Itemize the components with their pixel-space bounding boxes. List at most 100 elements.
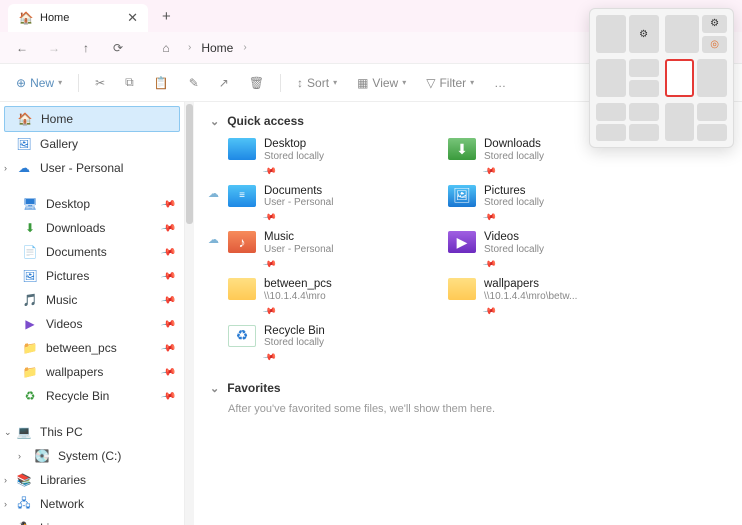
sidebar-item-gallery[interactable]: 🖼 Gallery (0, 132, 184, 156)
copy-button[interactable]: ⧉ (117, 71, 142, 94)
sidebar-item-videos[interactable]: ▶Videos📌 (0, 312, 184, 336)
snap-zone[interactable] (697, 59, 727, 97)
snap-zone[interactable] (697, 124, 727, 142)
sidebar-item-user-personal[interactable]: › ☁ User - Personal (0, 156, 184, 180)
sidebar-scrollbar[interactable] (185, 102, 194, 525)
pin-icon: 📌 (160, 364, 177, 380)
snap-layout-left-stacked[interactable] (596, 59, 659, 97)
quick-access-recycle-bin[interactable]: ♻ Recycle BinStored locally📌 (228, 323, 428, 366)
snap-layout-two-column[interactable]: ⚙ (596, 15, 659, 53)
browser-tab[interactable]: 🏠 Home ✕ (8, 4, 148, 32)
sidebar-item-recycle-bin[interactable]: ♻Recycle Bin📌 (0, 384, 184, 408)
sidebar-item-pictures[interactable]: 🖼Pictures📌 (0, 264, 184, 288)
more-button[interactable]: … (486, 72, 514, 94)
new-button[interactable]: ⊕ New ▾ (8, 72, 70, 94)
copy-icon: ⧉ (125, 75, 134, 90)
sidebar-item-home[interactable]: 🏠 Home (4, 106, 180, 132)
quick-access-pictures[interactable]: 🖼 PicturesStored locally📌 (448, 183, 648, 226)
sidebar-item-wallpapers[interactable]: 📁wallpapers📌 (0, 360, 184, 384)
linux-icon: 🐧 (16, 520, 32, 525)
cut-button[interactable]: ✂ (87, 72, 113, 94)
quick-access-music[interactable]: ☁ ♪ MusicUser - Personal📌 (228, 229, 428, 272)
snap-layouts-overlay: ⚙ ⚙ ◎ (589, 8, 734, 148)
sidebar-item-linux[interactable]: ›🐧Linux (0, 516, 184, 525)
snap-zone[interactable] (596, 124, 626, 142)
snap-zone[interactable] (697, 103, 727, 121)
sidebar-item-this-pc[interactable]: ⌄💻This PC (0, 420, 184, 444)
main-content: ⌄ Quick access DesktopStored locally📌 ⬇ … (194, 102, 742, 525)
quick-access-desktop[interactable]: DesktopStored locally📌 (228, 136, 428, 179)
sidebar-item-between-pcs[interactable]: 📁between_pcs📌 (0, 336, 184, 360)
quick-access-videos[interactable]: ▶ VideosStored locally📌 (448, 229, 648, 272)
pin-icon: 📌 (482, 210, 497, 225)
delete-button[interactable]: 🗑 (241, 72, 272, 94)
sidebar-item-system-c[interactable]: ›💽System (C:) (0, 444, 184, 468)
close-tab-icon[interactable]: ✕ (127, 10, 138, 26)
snap-layout-three[interactable] (665, 103, 728, 141)
pin-icon: 📌 (262, 163, 277, 178)
rename-button[interactable]: ✎ (181, 72, 207, 94)
sidebar-item-desktop[interactable]: 🖥Desktop📌 (0, 192, 184, 216)
quick-access-documents[interactable]: ☁ ≡ DocumentsUser - Personal📌 (228, 183, 428, 226)
filter-button[interactable]: ▽ Filter ▾ (418, 72, 482, 94)
pin-icon: 📌 (160, 196, 177, 212)
snap-zone[interactable] (629, 80, 659, 98)
snap-zone[interactable] (629, 59, 659, 77)
pin-icon: 📌 (482, 257, 497, 272)
chevron-down-icon[interactable]: ⌄ (210, 115, 219, 128)
pin-icon: 📌 (262, 210, 277, 225)
quick-access-between-pcs[interactable]: between_pcs\\10.1.4.4\mro📌 (228, 276, 428, 319)
chevron-down-icon[interactable]: ⌄ (4, 427, 12, 438)
view-button[interactable]: ▦ View ▾ (349, 72, 414, 94)
sort-button[interactable]: ↕ Sort ▾ (289, 72, 345, 94)
quick-access-wallpapers[interactable]: wallpapers\\10.1.4.4\mro\betw...📌 (448, 276, 648, 319)
desktop-icon: 🖥 (22, 196, 38, 212)
new-tab-button[interactable]: + (156, 6, 177, 27)
snap-layout-quad[interactable] (596, 103, 659, 141)
network-icon: 🖧 (16, 496, 32, 512)
paste-button[interactable]: 📋 (146, 72, 177, 94)
snap-zone[interactable] (596, 15, 626, 53)
snap-zone-highlighted[interactable] (665, 59, 695, 97)
share-button[interactable]: ↗ (211, 72, 237, 94)
recycle-icon: ♻ (22, 388, 38, 404)
home-crumb-icon[interactable]: ⌂ (152, 36, 180, 60)
back-button[interactable]: ← (8, 36, 36, 60)
snap-zone[interactable] (629, 103, 659, 121)
scrollbar-thumb[interactable] (186, 104, 193, 224)
cut-icon: ✂ (95, 76, 105, 90)
libraries-icon: 📚 (16, 472, 32, 488)
folder-icon: 📁 (22, 364, 38, 380)
up-button[interactable]: ↑ (72, 36, 100, 60)
snap-layout-wide-narrow[interactable]: ⚙ ◎ (665, 15, 728, 53)
chevron-right-icon[interactable]: › (18, 451, 21, 461)
snap-zone[interactable] (665, 15, 700, 53)
snap-layout-right-highlight[interactable] (665, 59, 728, 97)
snap-zone[interactable] (629, 124, 659, 142)
sidebar-item-downloads[interactable]: ⬇Downloads📌 (0, 216, 184, 240)
chevron-right-icon[interactable]: › (4, 163, 7, 173)
chevron-right-icon[interactable]: › (4, 475, 7, 485)
sidebar-item-documents[interactable]: 📄Documents📌 (0, 240, 184, 264)
sidebar-item-music[interactable]: 🎵Music📌 (0, 288, 184, 312)
snap-zone[interactable]: ⚙ (629, 15, 659, 53)
chevron-right-icon[interactable]: › (4, 499, 7, 509)
snap-zone[interactable] (596, 103, 626, 121)
snap-zone[interactable] (665, 103, 695, 141)
snap-zone[interactable]: ◎ (702, 36, 727, 54)
snap-zone[interactable]: ⚙ (702, 15, 727, 33)
section-favorites[interactable]: ⌄ Favorites (210, 381, 726, 395)
snap-zone[interactable] (596, 59, 626, 97)
pin-icon: 📌 (160, 268, 177, 284)
sidebar-item-network[interactable]: ›🖧Network (0, 492, 184, 516)
pin-icon: 📌 (160, 244, 177, 260)
cloud-icon: ☁ (16, 160, 32, 176)
forward-button[interactable]: → (40, 36, 68, 60)
folder-icon: 📁 (22, 340, 38, 356)
copilot-icon: ◎ (710, 39, 719, 50)
sidebar-item-libraries[interactable]: ›📚Libraries (0, 468, 184, 492)
chevron-down-icon[interactable]: ⌄ (210, 382, 219, 395)
refresh-button[interactable]: ⟳ (104, 36, 132, 60)
breadcrumb-home[interactable]: Home (199, 41, 235, 55)
navigation-sidebar: 🏠 Home 🖼 Gallery › ☁ User - Personal 🖥De… (0, 102, 185, 525)
